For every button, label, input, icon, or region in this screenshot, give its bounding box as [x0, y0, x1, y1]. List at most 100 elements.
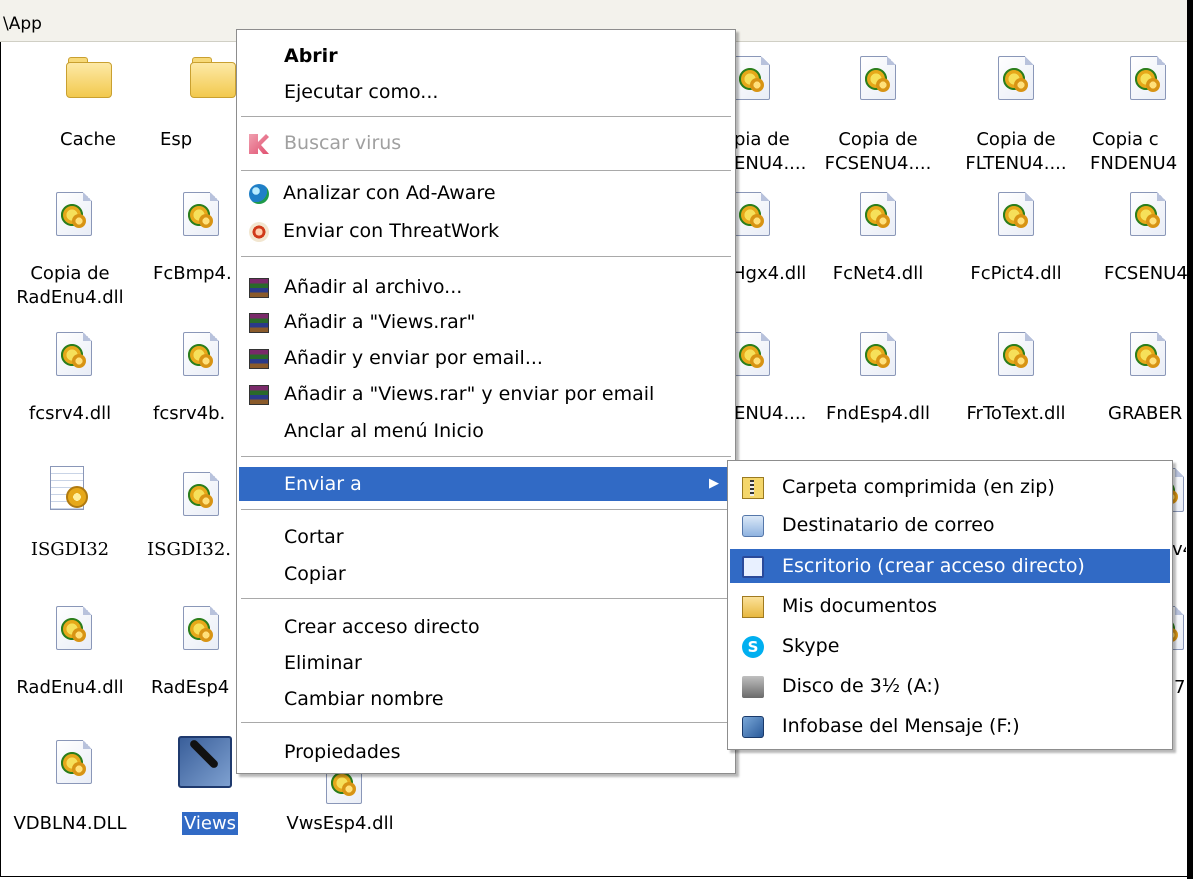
menu-item-anadir-archivo[interactable]: Añadir al archivo... [239, 270, 733, 304]
menu-item-threatwork[interactable]: Enviar con ThreatWork [239, 214, 733, 248]
menu-item-label: Enviar con ThreatWork [283, 220, 500, 242]
menu-item-enviar-a[interactable]: Enviar a ▶ [239, 467, 733, 501]
send-to-floppy[interactable]: Disco de 3½ (A:) [730, 669, 1170, 703]
file-fcnet4[interactable]: FcNet4.dll [808, 190, 948, 286]
send-to-desktop-shortcut[interactable]: Escritorio (crear acceso directo) [730, 549, 1170, 583]
menu-item-label: Cortar [284, 526, 344, 548]
file-isgdi32[interactable]: ISGDI32 [0, 464, 140, 564]
dll-file-icon [1124, 190, 1172, 238]
menu-item-label: Abrir [284, 45, 338, 67]
file-graber[interactable]: GRABER [1084, 330, 1186, 426]
icon-label: VDBLN4.DLL [13, 813, 127, 834]
winrar-icon [249, 349, 269, 369]
threatwork-icon [249, 222, 269, 242]
menu-item-label: Escritorio (crear acceso directo) [782, 555, 1085, 577]
menu-item-buscar-virus[interactable]: Buscar virus [239, 126, 733, 160]
file-fcpict4[interactable]: FcPict4.dll [946, 190, 1086, 286]
menu-item-cambiar-nombre[interactable]: Cambiar nombre [239, 682, 733, 716]
icon-label: RadEnu4.dll [16, 677, 124, 698]
file-copia-fltenu4[interactable]: Copia de FLTENU4.... [946, 54, 1086, 184]
menu-item-label: Añadir al archivo... [284, 276, 463, 298]
menu-item-ad-aware[interactable]: Analizar con Ad-Aware [239, 176, 733, 210]
menu-item-anadir-views-rar-email[interactable]: Añadir a "Views.rar" y enviar por email [239, 377, 733, 411]
menu-item-label: Crear acceso directo [284, 616, 480, 638]
menu-item-label: Mis documentos [782, 595, 937, 617]
my-documents-icon [742, 596, 764, 618]
file-copia-fcsenu4[interactable]: Copia de FCSENU4.... [808, 54, 948, 184]
folder-cache[interactable]: Cache [18, 54, 158, 150]
menu-separator [241, 116, 731, 117]
send-to-submenu: Carpeta comprimida (en zip) Destinatario… [727, 460, 1173, 750]
submenu-arrow-icon: ▶ [709, 476, 719, 491]
zip-folder-icon [742, 477, 764, 499]
icon-label: Cache [60, 129, 116, 150]
menu-item-label: Carpeta comprimida (en zip) [782, 476, 1055, 498]
icon-label: VwsEsp4.dll [286, 813, 394, 834]
send-to-my-documents[interactable]: Mis documentos [730, 589, 1170, 623]
dll-file-icon [50, 604, 98, 652]
dll-file-icon [50, 738, 98, 786]
views-app-icon [178, 736, 232, 788]
folder-esp[interactable]: Esp [150, 54, 240, 150]
file-copia-radenu4[interactable]: Copia de RadEnu4.dll [0, 190, 140, 310]
menu-item-cortar[interactable]: Cortar [239, 520, 733, 554]
adaware-icon [249, 184, 269, 204]
send-to-skype[interactable]: S Skype [730, 629, 1170, 663]
menu-item-anclar-inicio[interactable]: Anclar al menú Inicio [239, 414, 733, 448]
dll-file-icon [177, 330, 225, 378]
menu-item-abrir[interactable]: Abrir [239, 39, 733, 73]
menu-item-anadir-enviar-email[interactable]: Añadir y enviar por email... [239, 341, 733, 375]
menu-item-copiar[interactable]: Copiar [239, 557, 733, 591]
menu-separator [241, 256, 731, 257]
file-radesp4[interactable]: RadEsp4 [145, 604, 240, 700]
file-fcsrv4b[interactable]: fcsrv4b. [145, 330, 240, 426]
icon-label-line2: FCSENU4.... [824, 153, 932, 174]
menu-item-label: Anclar al menú Inicio [284, 420, 484, 442]
menu-item-label: Disco de 3½ (A:) [782, 675, 941, 697]
icon-label-line1: Copia de [30, 263, 110, 284]
file-fndesp4[interactable]: FndEsp4.dll [808, 330, 948, 426]
icon-label: RadEsp4 [151, 677, 230, 698]
config-file-icon [44, 464, 92, 512]
file-vdbln4[interactable]: VDBLN4.DLL [0, 738, 140, 838]
dll-file-icon [992, 330, 1040, 378]
file-radenu4[interactable]: RadEnu4.dll [0, 604, 140, 700]
icon-label: FcBmp4. [153, 263, 232, 284]
menu-item-eliminar[interactable]: Eliminar [239, 646, 733, 680]
menu-separator [241, 170, 731, 171]
dll-file-icon [1124, 330, 1172, 378]
menu-separator [241, 598, 731, 599]
send-to-drive-f[interactable]: Infobase del Mensaje (F:) [730, 709, 1170, 743]
file-isgdi32-b[interactable]: ISGDI32. [145, 470, 240, 566]
folder-path: \App [3, 14, 42, 34]
icon-label: FCSENU4 [1104, 263, 1188, 284]
menu-item-anadir-views-rar[interactable]: Añadir a "Views.rar" [239, 305, 733, 339]
file-fcsrv4[interactable]: fcsrv4.dll [0, 330, 140, 426]
file-frtotext[interactable]: FrToText.dll [946, 330, 1086, 426]
menu-item-crear-acceso-directo[interactable]: Crear acceso directo [239, 610, 733, 644]
menu-item-label: Infobase del Mensaje (F:) [782, 715, 1020, 737]
send-to-mail-recipient[interactable]: Destinatario de correo [730, 508, 1170, 542]
menu-item-label: Añadir a "Views.rar" y enviar por email [284, 383, 655, 405]
kaspersky-icon [249, 134, 269, 154]
menu-item-propiedades[interactable]: Propiedades [239, 735, 733, 769]
icon-label-selected: Views [181, 812, 239, 835]
dll-file-icon [854, 330, 902, 378]
menu-item-ejecutar-como[interactable]: Ejecutar como... [239, 75, 733, 109]
dll-file-icon [854, 190, 902, 238]
floppy-drive-icon [742, 676, 764, 698]
icon-label-line2: FNDENU4 [1090, 153, 1178, 174]
folder-icon [64, 54, 112, 102]
menu-item-label: Analizar con Ad-Aware [283, 182, 496, 204]
menu-item-label: Ejecutar como... [284, 81, 439, 103]
icon-label: FndEsp4.dll [826, 403, 930, 424]
file-fcsenu4[interactable]: FCSENU4 [1084, 190, 1188, 286]
drive-icon [742, 716, 764, 738]
file-copia-fndenu4[interactable]: Copia c FNDENU4 [1084, 54, 1186, 184]
dll-file-icon [177, 190, 225, 238]
dll-file-icon [992, 54, 1040, 102]
send-to-zip-folder[interactable]: Carpeta comprimida (en zip) [730, 470, 1170, 504]
icon-label: 7. [1174, 677, 1186, 698]
icon-label-line1: Copia c [1092, 129, 1159, 150]
file-fcbmp4[interactable]: FcBmp4. [145, 190, 240, 286]
